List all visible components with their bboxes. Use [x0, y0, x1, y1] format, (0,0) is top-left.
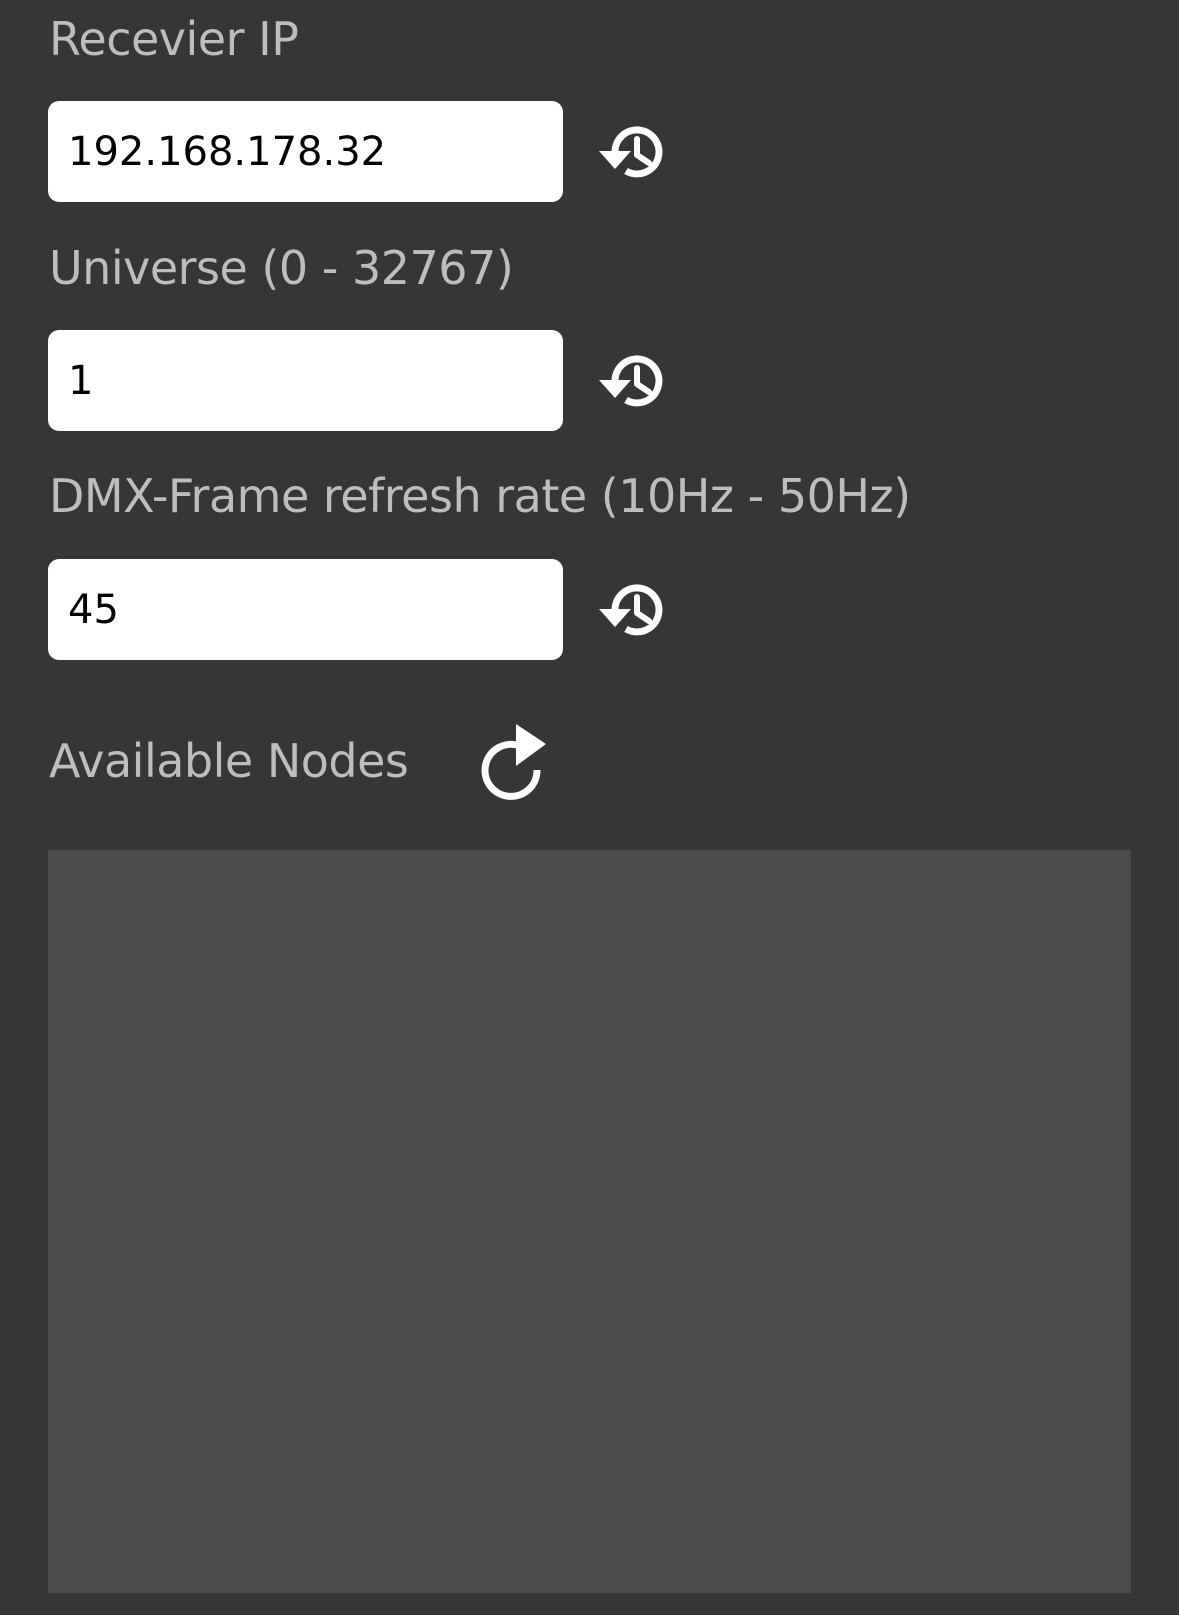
refresh-nodes-button[interactable]: [476, 718, 560, 802]
available-nodes-list[interactable]: [48, 850, 1131, 1593]
settings-screen: Recevier IP Universe (0 - 32767) DMX-Fra…: [0, 0, 1179, 1615]
history-icon: [599, 126, 663, 178]
universe-input[interactable]: [48, 330, 563, 431]
universe-label: Universe (0 - 32767): [49, 241, 514, 295]
refresh-rate-input[interactable]: [48, 559, 563, 660]
universe-history-button[interactable]: [592, 340, 676, 424]
receiver-ip-label: Recevier IP: [49, 12, 299, 66]
refresh-rate-history-button[interactable]: [592, 569, 676, 653]
receiver-ip-history-button[interactable]: [592, 111, 676, 195]
available-nodes-label: Available Nodes: [49, 734, 409, 788]
refresh-rate-label: DMX-Frame refresh rate (10Hz - 50Hz): [49, 469, 911, 523]
receiver-ip-input[interactable]: [48, 101, 563, 202]
history-icon: [599, 584, 663, 636]
history-icon: [599, 355, 663, 407]
refresh-icon: [481, 724, 546, 800]
